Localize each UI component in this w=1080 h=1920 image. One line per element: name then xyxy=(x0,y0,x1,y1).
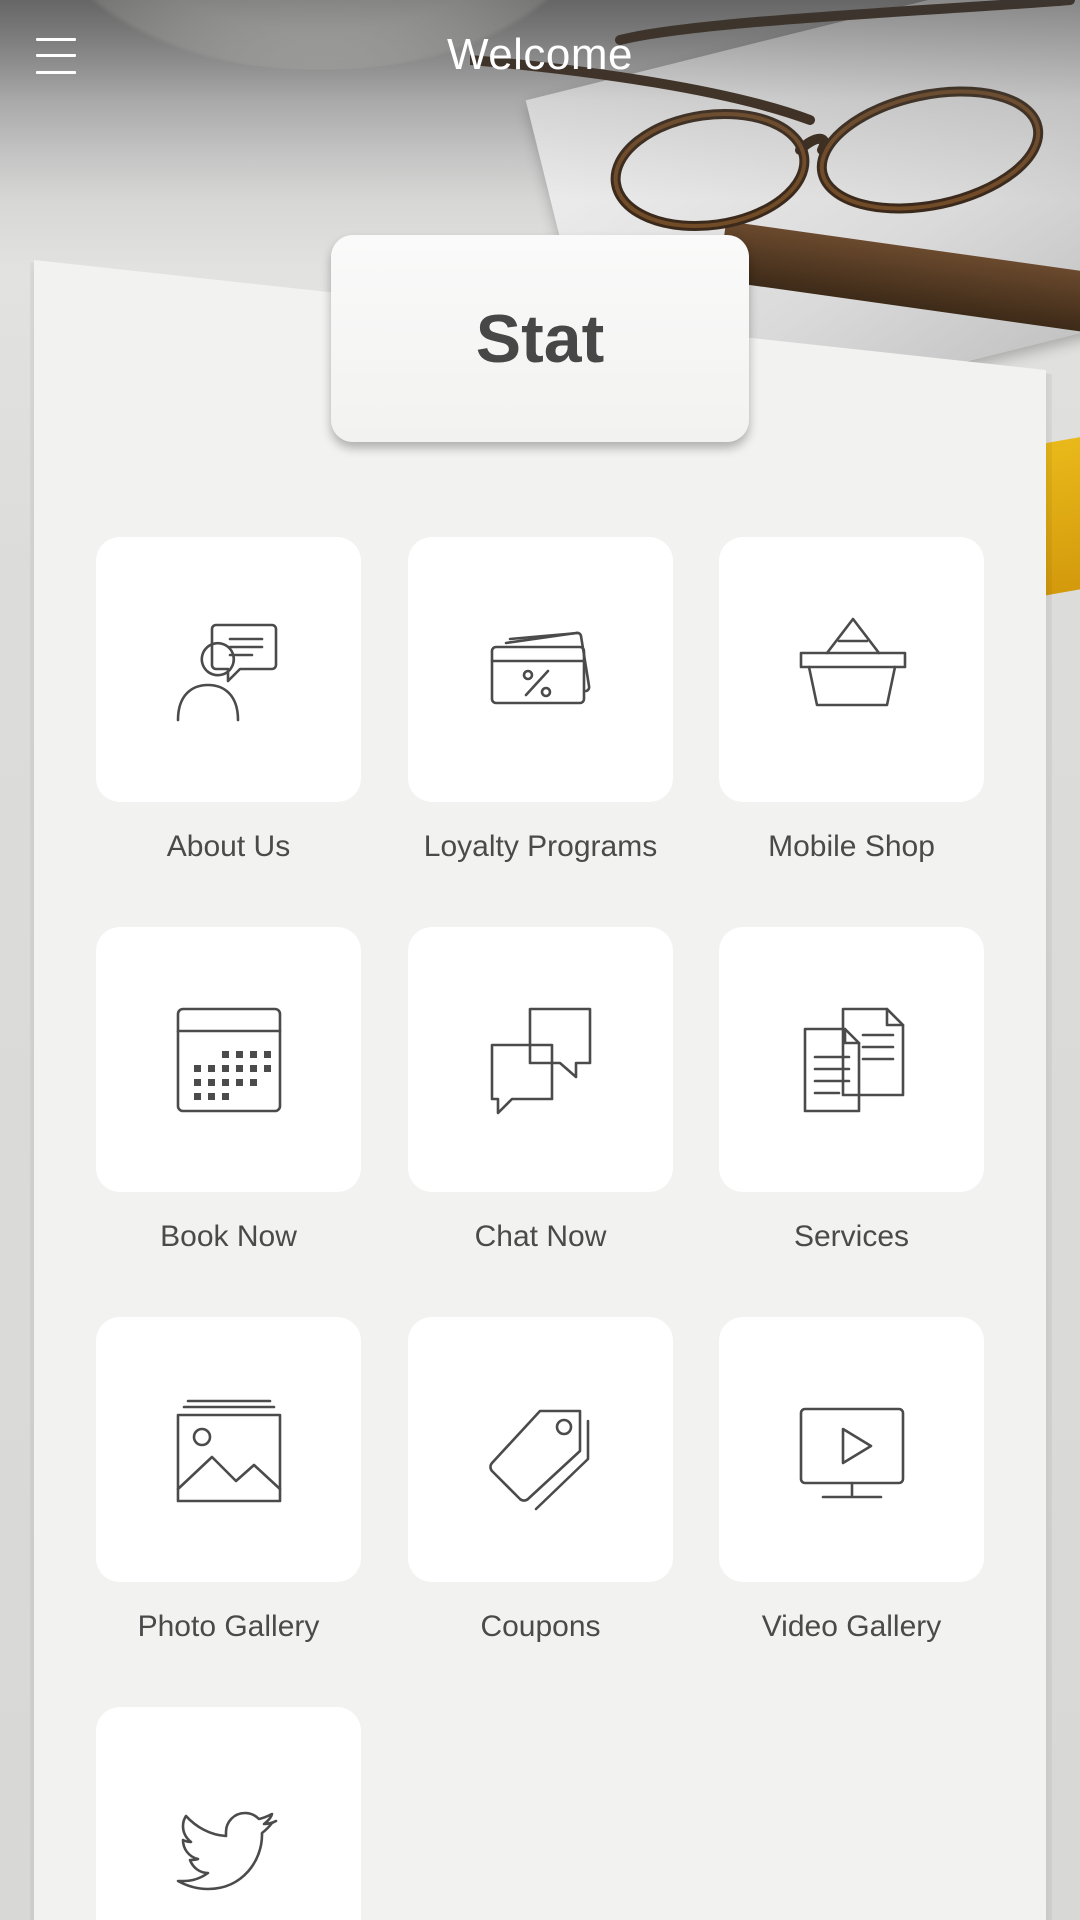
tile-video-gallery[interactable]: Video Gallery xyxy=(719,1317,984,1644)
tile-icon-box xyxy=(96,1317,361,1582)
calendar-icon xyxy=(176,1007,281,1112)
brand-card: Stat xyxy=(331,235,749,442)
tile-icon-box xyxy=(719,537,984,802)
tile-about-us[interactable]: About Us xyxy=(96,537,361,864)
tile-loyalty-programs[interactable]: Loyalty Programs xyxy=(408,537,673,864)
tile-label: Services xyxy=(793,1220,910,1253)
tile-label: Loyalty Programs xyxy=(423,830,658,863)
app-screen: Welcome Stat About Us Loyalty Programs M… xyxy=(0,0,1080,1920)
tile-label: Coupons xyxy=(480,1610,601,1643)
brand-name: Stat xyxy=(475,300,605,377)
tile-label: Video Gallery xyxy=(761,1610,942,1643)
tile-twitter[interactable] xyxy=(96,1707,361,1920)
tile-icon-box xyxy=(96,537,361,802)
tile-icon-box xyxy=(408,927,673,1192)
person-chat-icon xyxy=(176,623,277,721)
documents-icon xyxy=(803,1007,904,1112)
tile-label: About Us xyxy=(166,830,291,863)
chat-bubbles-icon xyxy=(490,1007,591,1114)
tile-label: Chat Now xyxy=(474,1220,607,1253)
tile-label: Book Now xyxy=(160,1220,297,1253)
tile-icon-box xyxy=(96,927,361,1192)
tile-label: Photo Gallery xyxy=(137,1610,320,1643)
coupon-tags-icon xyxy=(488,1409,589,1510)
shopping-basket-icon xyxy=(799,617,906,706)
photo-gallery-icon xyxy=(176,1399,281,1502)
tile-mobile-shop[interactable]: Mobile Shop xyxy=(719,537,984,864)
tile-photo-gallery[interactable]: Photo Gallery xyxy=(96,1317,361,1644)
tile-icon-box xyxy=(96,1707,361,1920)
tile-icon-box xyxy=(408,537,673,802)
tile-services[interactable]: Services xyxy=(719,927,984,1254)
twitter-bird-icon xyxy=(176,1811,277,1890)
video-screen-icon xyxy=(799,1407,904,1498)
tile-book-now[interactable]: Book Now xyxy=(96,927,361,1254)
page-title: Welcome xyxy=(446,30,634,79)
tile-chat-now[interactable]: Chat Now xyxy=(408,927,673,1254)
tile-coupons[interactable]: Coupons xyxy=(408,1317,673,1644)
tile-icon-box xyxy=(719,1317,984,1582)
tile-icon-box xyxy=(408,1317,673,1582)
tile-icon-box xyxy=(719,927,984,1192)
loyalty-card-icon xyxy=(490,631,590,704)
tile-label: Mobile Shop xyxy=(768,830,935,863)
